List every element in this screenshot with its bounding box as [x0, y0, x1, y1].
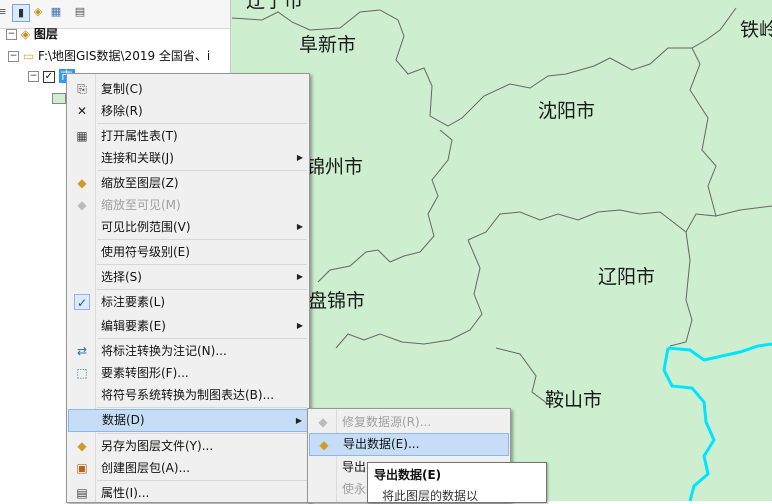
menu-item-convert-labels-to-annotation[interactable]: ⇄ 将标注转换为注记(N)...	[68, 340, 308, 362]
menu-separator	[97, 480, 307, 481]
menu-separator	[97, 338, 307, 339]
submenu-arrow-icon: ▶	[295, 416, 302, 425]
folder-row[interactable]: − ▭ F:\地图GIS数据\2019 全国省、i	[8, 46, 210, 66]
submenu-arrow-icon: ▶	[296, 222, 303, 231]
menu-item-selection[interactable]: 选择(S) ▶	[68, 266, 308, 288]
tooltip-title: 导出数据(E)	[374, 468, 442, 482]
menu-separator	[97, 433, 307, 434]
boundary-line	[495, 347, 549, 405]
menu-item-zoom-to-layer[interactable]: ◆ 缩放至图层(Z)	[68, 172, 308, 194]
map-label-liaoyang: 辽阳市	[598, 266, 656, 288]
map-label-tieling: 铁岭	[740, 19, 772, 41]
menu-separator	[97, 123, 307, 124]
menu-item-visible-scale-range[interactable]: 可见比例范围(V) ▶	[68, 216, 308, 238]
menu-item-open-attribute-table[interactable]: ▦ 打开属性表(T)	[68, 125, 308, 147]
layer-visibility-checkbox[interactable]: ✓	[42, 70, 55, 83]
attribute-table-icon: ▦	[76, 129, 88, 143]
menu-item-save-as-layer-file[interactable]: ◆ 另存为图层文件(Y)...	[68, 435, 308, 457]
folder-icon: ▭	[22, 49, 35, 63]
menu-separator	[97, 264, 307, 265]
menu-item-zoom-to-visible: ◆ 缩放至可见(M)	[68, 194, 308, 216]
menu-item-joins-relates[interactable]: 连接和关联(J) ▶	[68, 147, 308, 169]
map-label-fuxin: 阜新市	[299, 34, 357, 56]
convert-labels-icon: ⇄	[76, 344, 88, 358]
menu-item-use-symbol-levels[interactable]: 使用符号级别(E)	[68, 241, 308, 263]
repair-data-source-icon: ◆	[318, 415, 328, 429]
menu-item-label-features[interactable]: ✓ 标注要素(L)	[68, 291, 308, 313]
boundary-line	[685, 47, 717, 233]
map-label-anshan: 鞍山市	[545, 389, 603, 411]
menu-item-data[interactable]: 数据(D) ▶	[68, 409, 308, 432]
boundary-line	[231, 9, 381, 31]
export-data-icon: ◆	[319, 438, 329, 452]
features-to-graphics-icon: ⬚	[76, 366, 88, 380]
menu-item-features-to-graphics[interactable]: ⬚ 要素转图形(F)...	[68, 362, 308, 384]
layer-symbol-swatch[interactable]	[52, 93, 66, 104]
export-data-tooltip: 导出数据(E) 将此图层的数据以	[367, 462, 547, 503]
list-by-source-icon[interactable]: ▮	[12, 4, 30, 22]
submenu-arrow-icon: ▶	[296, 153, 303, 162]
remove-icon: ✕	[76, 104, 88, 118]
collapse-icon[interactable]: −	[28, 71, 39, 82]
menu-separator	[97, 170, 307, 171]
layers-root-row[interactable]: − ◈ 图层	[6, 24, 58, 44]
boundary-line	[467, 209, 693, 347]
map-label-shenyang: 沈阳市	[538, 100, 596, 122]
properties-icon: ▤	[76, 486, 88, 500]
map-label-jinzhou: 锦州市	[306, 156, 364, 178]
menu-item-create-layer-package[interactable]: ▣ 创建图层包(A)...	[68, 457, 308, 479]
submenu-arrow-icon: ▶	[296, 272, 303, 281]
map-label-panjin: 盘锦市	[308, 290, 366, 312]
collapse-icon[interactable]: −	[8, 51, 19, 62]
menu-item-remove[interactable]: ✕ 移除(R)	[68, 100, 308, 122]
options-icon[interactable]: ▤	[72, 4, 88, 20]
save-layer-file-icon: ◆	[77, 439, 87, 453]
layer-context-menu: ⎘ 复制(C) ✕ 移除(R) ▦ 打开属性表(T) 连接和关联(J) ▶ ◆ 缩放至图层…	[66, 73, 310, 503]
submenu-arrow-icon: ▶	[296, 321, 303, 330]
list-by-drawing-order-icon[interactable]: ≡	[0, 4, 10, 20]
check-icon: ✓	[74, 294, 90, 310]
collapse-icon[interactable]: −	[6, 29, 17, 40]
layers-stack-icon: ◈	[20, 27, 31, 41]
menu-item-edit-features[interactable]: 编辑要素(E) ▶	[68, 315, 308, 337]
submenu-item-export-data[interactable]: ◆ 导出数据(E)...	[309, 433, 509, 456]
menu-separator	[97, 239, 307, 240]
menu-item-copy[interactable]: ⎘ 复制(C)	[68, 78, 308, 100]
zoom-to-layer-icon: ◆	[77, 176, 87, 190]
menu-item-convert-symbology-to-representation[interactable]: 将符号系统转换为制图表达(B)...	[68, 384, 308, 406]
submenu-item-repair-data-source: ◆ 修复数据源(R)...	[309, 411, 509, 433]
create-layer-package-icon: ▣	[76, 461, 88, 475]
folder-path: F:\地图GIS数据\2019 全国省、i	[38, 49, 211, 63]
boundary-line	[715, 205, 772, 217]
zoom-to-visible-icon: ◆	[77, 198, 87, 212]
list-by-selection-icon[interactable]: ▦	[48, 4, 64, 20]
menu-separator	[97, 289, 307, 290]
copy-icon: ⎘	[77, 82, 87, 96]
layers-label: 图层	[33, 27, 58, 41]
selected-feature-outline	[662, 342, 772, 501]
menu-separator	[97, 407, 307, 408]
list-by-visibility-icon[interactable]: ◈	[30, 4, 46, 20]
map-label-liaoyang-top: 辽宁市	[246, 0, 304, 12]
